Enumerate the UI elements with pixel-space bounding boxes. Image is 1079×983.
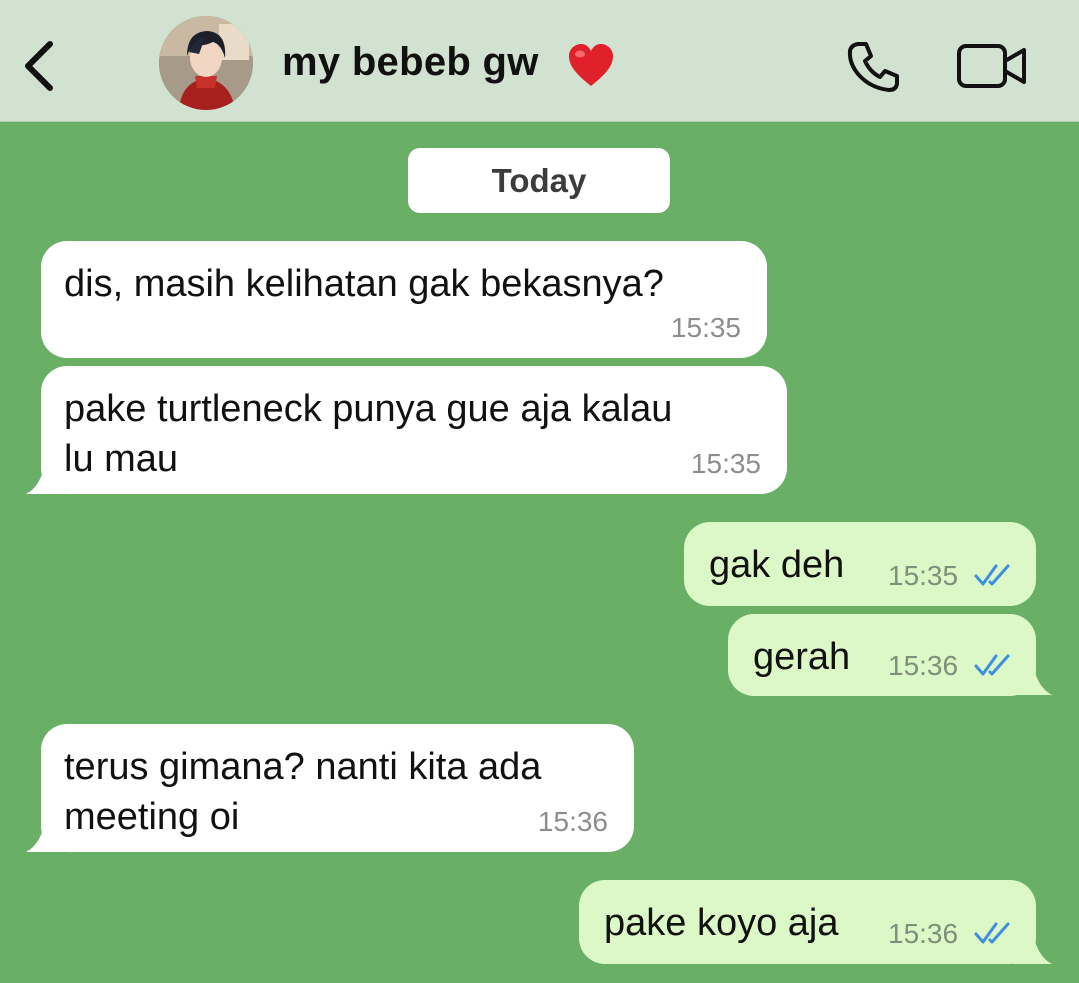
message-bubble-outgoing[interactable]: gak deh 15:35 [684, 522, 1036, 606]
read-receipt-icon [974, 654, 1010, 676]
message-time: 15:35 [670, 312, 741, 343]
back-chevron-icon[interactable] [18, 38, 62, 94]
date-separator: Today [408, 148, 670, 213]
contact-name[interactable]: my bebeb gw [282, 40, 539, 85]
message-text: pake turtleneck punya gue aja kalau lu m… [64, 384, 672, 484]
message-text: gak deh [709, 544, 845, 586]
message-time: 15:35 [690, 448, 761, 479]
message-bubble-incoming[interactable]: pake turtleneck punya gue aja kalau lu m… [41, 366, 787, 494]
read-receipt-icon [974, 564, 1010, 586]
message-line: meeting oi [64, 796, 240, 838]
message-time: 15:35 [888, 560, 959, 591]
message-line: lu mau [64, 438, 179, 480]
message-time: 15:36 [537, 806, 608, 837]
heart-emoji-icon [566, 42, 616, 90]
message-text: gerah [753, 636, 851, 678]
message-bubble-incoming[interactable]: dis, masih kelihatan gak bekasnya? 15:35 [41, 241, 767, 358]
message-text: terus gimana? nanti kita ada meeting oi [64, 742, 541, 842]
message-bubble-outgoing[interactable]: pake koyo aja 15:36 [579, 880, 1036, 964]
message-line: terus gimana? nanti kita ada [64, 746, 542, 788]
message-bubble-incoming[interactable]: terus gimana? nanti kita ada meeting oi … [41, 724, 634, 852]
message-time: 15:36 [888, 918, 959, 949]
message-text: dis, masih kelihatan gak bekasnya? [64, 263, 664, 305]
message-bubble-outgoing[interactable]: gerah 15:36 [728, 614, 1036, 696]
message-time: 15:36 [888, 650, 959, 681]
read-receipt-icon [974, 922, 1010, 944]
chat-header: my bebeb gw [0, 0, 1079, 122]
contact-avatar[interactable] [159, 16, 253, 110]
video-camera-icon[interactable] [956, 42, 1028, 90]
message-text: pake koyo aja [604, 902, 839, 944]
message-line: pake turtleneck punya gue aja kalau [64, 388, 673, 430]
phone-icon[interactable] [844, 38, 902, 94]
